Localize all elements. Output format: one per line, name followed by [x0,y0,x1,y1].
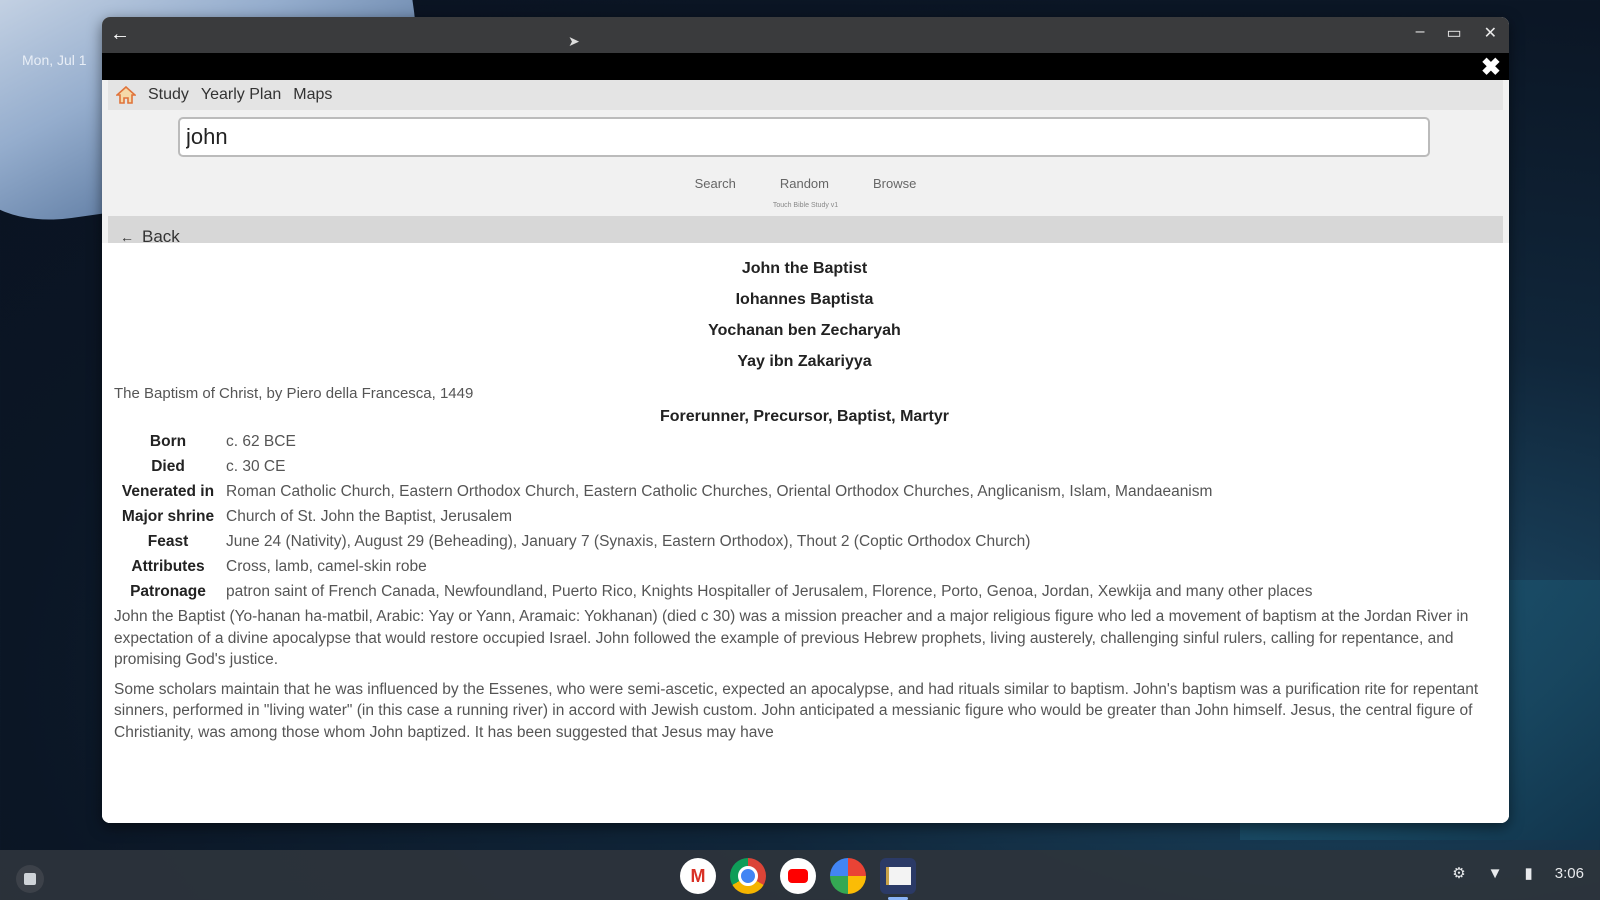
infobox-value: patron saint of French Canada, Newfoundl… [226,583,1313,600]
window-controls: – ▭ ✕ [1416,23,1497,43]
menu-item-study[interactable]: Study [148,86,189,104]
menu-item-yearly-plan[interactable]: Yearly Plan [201,86,281,104]
infobox-label: Born [149,433,187,450]
app-top-bar: ✖ [102,53,1509,82]
article-paragraph: Some scholars maintain that he was influ… [114,680,1479,741]
search-button[interactable]: Search [695,176,736,191]
search-input[interactable] [178,117,1430,157]
youtube-icon[interactable] [780,858,816,894]
search-buttons: Search Random Browse [102,176,1509,191]
chrome-icon[interactable] [730,858,766,894]
home-icon[interactable] [116,86,136,104]
minimize-button[interactable]: – [1416,23,1425,43]
infobox-row: Attributes Cross, lamb, camel-skin robe [114,554,1316,579]
maximize-button[interactable]: ▭ [1446,23,1461,43]
shelf-apps: M [680,858,916,900]
infobox-row: Venerated in Roman Catholic Church, East… [114,479,1316,504]
infobox-value: Church of St. John the Baptist, Jerusale… [226,508,513,525]
infobox-value: Cross, lamb, camel-skin robe [226,558,427,575]
article-content[interactable]: John the Baptist Iohannes Baptista Yocha… [102,243,1509,823]
status-tray[interactable]: ⚙ ▼ ▮ 3:06 [1452,864,1584,883]
desktop-date: Mon, Jul 1 [22,52,87,68]
infobox-label: Venerated in [121,483,215,500]
infobox-label: Feast [147,533,189,550]
settings-gear-icon: ⚙ [1452,865,1466,882]
name-latin: Iohannes Baptista [735,291,874,308]
random-button[interactable]: Random [780,176,829,191]
gmail-icon[interactable]: M [680,858,716,894]
photos-icon[interactable] [830,858,866,894]
infobox-label: Died [151,458,185,475]
launcher-icon [24,873,36,885]
infobox-table: Born c. 62 BCE Died c. 30 CE Venerated i… [114,429,1316,604]
app-body: Study Yearly Plan Maps Search Random Bro… [102,80,1509,823]
wifi-icon: ▼ [1487,864,1503,882]
back-arrow-icon[interactable]: ← [110,23,130,46]
name-hebrew: Yochanan ben Zecharyah [708,322,901,339]
launcher-button[interactable] [16,865,44,893]
close-window-button[interactable]: ✕ [1484,23,1497,43]
infobox-row: Major shrine Church of St. John the Bapt… [114,504,1316,529]
name-english: John the Baptist [741,260,868,277]
close-app-button[interactable]: ✖ [1481,53,1501,82]
mouse-cursor-icon: ➤ [568,33,580,49]
menu-item-maps[interactable]: Maps [293,86,332,104]
window-titlebar[interactable]: ← ➤ – ▭ ✕ [102,17,1509,53]
infobox-label: Major shrine [121,508,215,525]
article-names: John the Baptist Iohannes Baptista Yocha… [114,253,1495,377]
infobox-label: Patronage [130,583,206,600]
infobox-row: Feast June 24 (Nativity), August 29 (Beh… [114,529,1316,554]
infobox-value: c. 62 BCE [226,433,296,450]
infobox-row: Died c. 30 CE [114,454,1316,479]
infobox-label: Attributes [131,558,205,575]
search-area: Search Random Browse Touch Bible Study v… [102,110,1509,258]
infobox-value: Roman Catholic Church, Eastern Orthodox … [226,483,1213,500]
browse-button[interactable]: Browse [873,176,916,191]
saint-titles: Forerunner, Precursor, Baptist, Martyr [660,408,949,425]
infobox-value: June 24 (Nativity), August 29 (Beheading… [226,533,1031,550]
clock: 3:06 [1554,864,1584,882]
infobox-row: Patronage patron saint of French Canada,… [114,579,1316,604]
name-arabic: Yay ibn Zakariyya [737,353,872,370]
app-window: ← ➤ – ▭ ✕ ✖ Study Yearly Plan Maps Searc… [102,17,1509,823]
infobox-value: c. 30 CE [226,458,286,475]
infobox-row: Born c. 62 BCE [114,429,1316,454]
taskbar: M ⚙ ▼ ▮ 3:06 [0,850,1600,900]
article-paragraph: John the Baptist (Yo-hanan ha-matbil, Ar… [114,608,1469,668]
bible-app-icon[interactable] [880,858,916,900]
battery-icon: ▮ [1524,865,1533,882]
gmail-letter: M [690,865,706,886]
version-caption: Touch Bible Study v1 [772,202,839,209]
image-caption: The Baptism of Christ, by Piero della Fr… [114,385,474,402]
menu-bar: Study Yearly Plan Maps [108,80,1503,110]
